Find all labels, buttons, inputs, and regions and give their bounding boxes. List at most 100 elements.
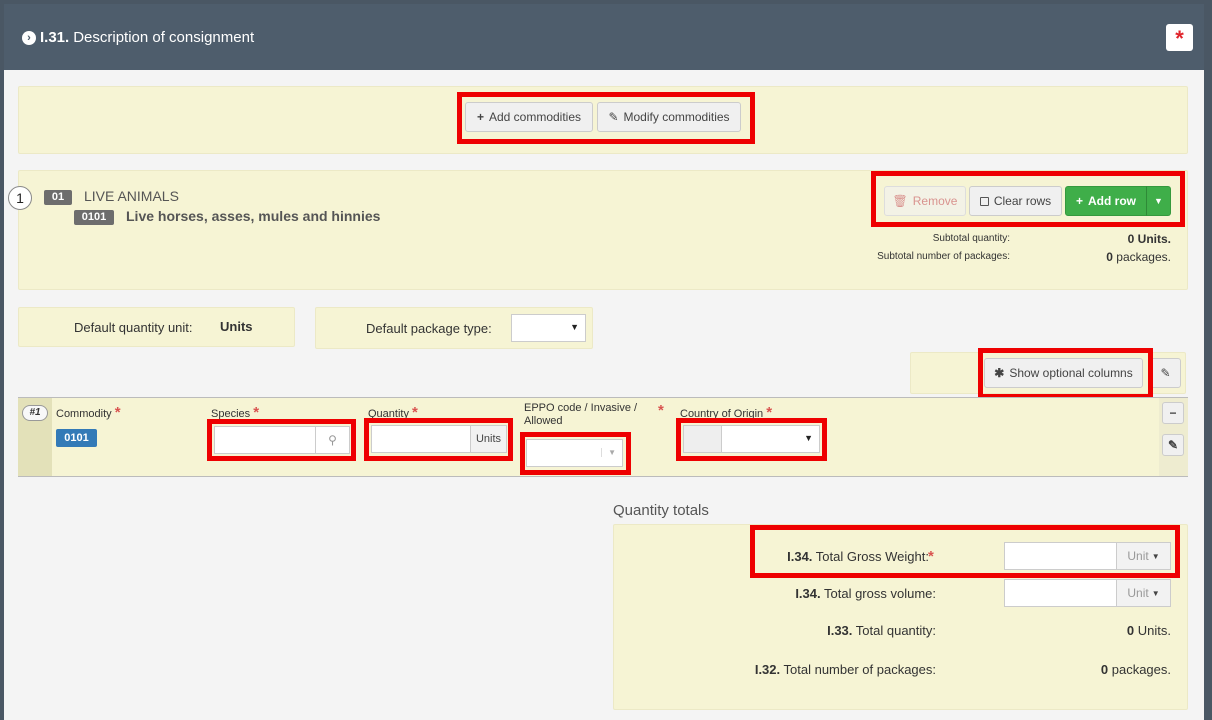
total-packages-num: I.32. — [754, 662, 781, 677]
square-icon — [979, 196, 989, 206]
gross-weight-unit-dropdown[interactable]: Unit ▼ — [1116, 542, 1171, 570]
eppo-select[interactable]: ▼ — [526, 439, 623, 467]
add-row-dropdown-button[interactable]: ▼ — [1146, 186, 1171, 216]
gross-weight-label: I.34. Total Gross Weight: — [704, 549, 929, 564]
default-package-type-label: Default package type: — [366, 321, 492, 336]
required-asterisk-icon: * — [412, 404, 418, 421]
species-column-text: Species — [211, 408, 251, 420]
section-title: › I.31. Description of consignment — [22, 29, 254, 46]
caret-down-icon: ▼ — [1154, 196, 1163, 206]
clear-rows-label: Clear rows — [993, 194, 1052, 208]
gross-volume-num: I.34. — [795, 586, 821, 601]
section-title-text: Description of consignment — [73, 29, 255, 46]
country-column-label: Country of Origin * — [680, 404, 772, 421]
subtotal-quantity-text: 0 Units. — [1127, 232, 1171, 246]
country-flag-placeholder — [683, 425, 722, 453]
commodity-index: 1 — [8, 186, 32, 210]
pencil-icon: ✎ — [1167, 438, 1179, 452]
section-header: › I.31. Description of consignment * — [4, 4, 1204, 70]
subtotal-quantity-value: 0 Units. — [1024, 232, 1171, 246]
subtotal-packages-value: 0 packages. — [1106, 250, 1171, 264]
total-quantity-text: Total quantity: — [855, 623, 936, 638]
gross-weight-num: I.34. — [787, 549, 813, 564]
trash-icon: 🗑 — [892, 194, 908, 208]
section-number: I.31. — [40, 29, 70, 46]
search-icon: ⚲ — [328, 433, 337, 447]
caret-down-icon: ▼ — [1151, 588, 1160, 598]
country-column-text: Country of Origin — [680, 408, 764, 420]
gross-volume-input[interactable] — [1004, 579, 1117, 607]
add-commodities-button[interactable]: + Add commodities — [465, 102, 593, 132]
quantity-totals-heading: Quantity totals — [613, 502, 709, 519]
total-packages-value: 0 packages. — [1100, 662, 1171, 677]
species-column-label: Species * — [211, 404, 259, 421]
plus-icon: + — [1075, 194, 1083, 208]
eppo-column-text-1: EPPO code / Invasive / — [524, 402, 638, 414]
quantity-column-label: Quantity * — [368, 404, 418, 421]
collapse-row-button[interactable]: − — [1162, 402, 1184, 424]
quantity-input[interactable] — [371, 425, 471, 453]
caret-down-icon: ▼ — [601, 448, 616, 457]
chapter-name: LIVE ANIMALS — [84, 188, 179, 204]
clear-rows-button[interactable]: Clear rows — [969, 186, 1062, 216]
show-optional-columns-label: Show optional columns — [1009, 366, 1133, 380]
modify-commodities-button[interactable]: ✎ Modify commodities — [597, 102, 741, 132]
default-package-type-select[interactable]: ▼ — [511, 314, 586, 342]
add-commodities-label: Add commodities — [488, 110, 582, 124]
plus-icon: + — [476, 110, 484, 124]
required-asterisk-icon[interactable]: * — [1166, 24, 1193, 51]
eppo-column-label: EPPO code / Invasive / Allowed — [524, 402, 637, 428]
consignment-section: › I.31. Description of consignment * + A… — [4, 4, 1204, 720]
gross-weight-unit-label: Unit — [1127, 549, 1149, 563]
caret-down-icon: ▼ — [804, 433, 813, 443]
show-optional-columns-button[interactable]: ✱ Show optional columns — [984, 358, 1143, 388]
total-quantity-value: 0 Units. — [1126, 623, 1171, 638]
remove-label: Remove — [912, 194, 958, 208]
required-asterisk-icon: * — [253, 404, 260, 421]
commodity-column-text: Commodity — [56, 408, 112, 420]
species-search-button[interactable]: ⚲ — [315, 426, 350, 454]
add-row-label: Add row — [1088, 194, 1136, 208]
pencil-icon: ✎ — [608, 110, 619, 124]
asterisk-icon: ✱ — [994, 366, 1005, 380]
gross-volume-label: I.34. Total gross volume: — [704, 586, 936, 601]
commodity-code-tag: 0101 — [56, 429, 97, 447]
chapter-code-badge: 01 — [44, 190, 72, 205]
gross-weight-input[interactable] — [1004, 542, 1117, 570]
row-number-badge: #1 — [22, 405, 48, 421]
gross-volume-text: Total gross volume: — [824, 586, 936, 601]
species-input[interactable] — [214, 426, 316, 454]
modify-commodities-label: Modify commodities — [623, 110, 730, 124]
commodity-code-badge: 0101 — [74, 210, 114, 225]
default-quantity-unit-value: Units — [220, 319, 253, 334]
total-packages-label: I.32. Total number of packages: — [704, 662, 936, 677]
caret-down-icon: ▼ — [1151, 551, 1160, 561]
remove-button[interactable]: 🗑 Remove — [884, 186, 966, 216]
add-row-button[interactable]: + Add row — [1065, 186, 1147, 216]
subtotal-quantity-label: Subtotal quantity: — [932, 233, 1010, 244]
minus-icon: − — [1169, 406, 1177, 420]
eppo-column-text-2: Allowed — [524, 415, 563, 427]
total-quantity-label: I.33. Total quantity: — [704, 623, 936, 638]
default-quantity-unit-label: Default quantity unit: — [74, 320, 193, 335]
commodity-name: Live horses, asses, mules and hinnies — [126, 208, 381, 224]
gross-volume-unit-label: Unit — [1127, 586, 1149, 600]
subtotal-packages-label: Subtotal number of packages: — [877, 251, 1010, 262]
gross-weight-text: Total Gross Weight: — [815, 549, 929, 564]
total-quantity-num: I.33. — [827, 623, 853, 638]
gross-volume-unit-dropdown[interactable]: Unit ▼ — [1116, 579, 1171, 607]
required-asterisk-icon: * — [928, 548, 934, 565]
edit-row-button[interactable]: ✎ — [1162, 434, 1184, 456]
chevron-right-icon: › — [22, 30, 36, 45]
edit-columns-button[interactable]: ✎ — [1150, 358, 1181, 388]
commodity-column-label: Commodity * — [56, 404, 121, 421]
required-asterisk-icon: * — [766, 404, 773, 421]
country-select[interactable]: ▼ — [721, 425, 820, 453]
caret-down-icon: ▼ — [570, 322, 579, 332]
edit-icon: ✎ — [1160, 366, 1171, 380]
quantity-unit-addon: Units — [470, 425, 507, 453]
required-asterisk-icon: * — [114, 404, 121, 421]
required-asterisk-icon: * — [658, 402, 664, 419]
total-packages-text: Total number of packages: — [783, 662, 936, 677]
quantity-column-text: Quantity — [368, 408, 409, 420]
